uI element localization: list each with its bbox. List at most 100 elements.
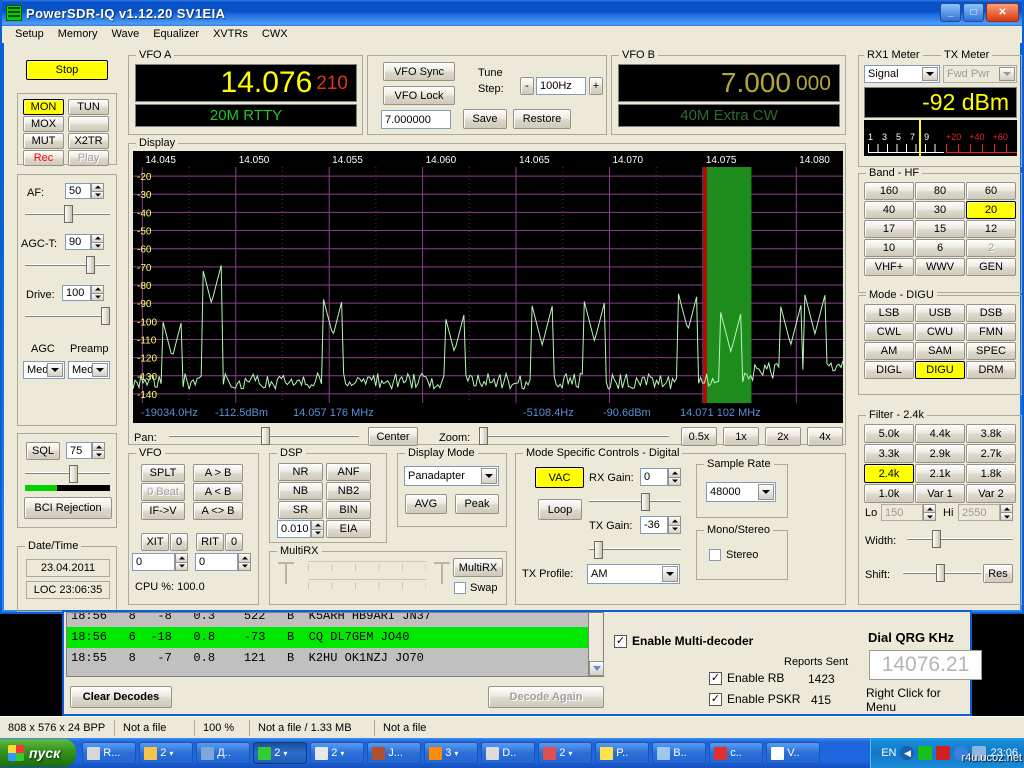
filter-shift-slider[interactable] xyxy=(903,564,981,582)
filter-button-1.8k[interactable]: 1.8k xyxy=(966,464,1016,483)
chevron-down-icon[interactable] xyxy=(662,566,678,582)
enable-pskr-checkbox[interactable]: ✓ xyxy=(709,692,722,706)
multirx-slider-2[interactable] xyxy=(308,579,426,592)
chevron-down-icon[interactable] xyxy=(922,67,938,81)
rec-button[interactable]: Rec xyxy=(23,150,64,166)
tune-step-increase-button[interactable]: + xyxy=(589,77,603,95)
band-button-30[interactable]: 30 xyxy=(915,201,965,219)
anf-button[interactable]: ANF xyxy=(326,463,371,481)
filter-hi-spinner[interactable] xyxy=(1000,504,1013,521)
decode-list[interactable]: 18:56 8 -8 0.3 522 B K5ARH HB9ARI JN37 1… xyxy=(66,612,604,677)
multirx-slider-1[interactable] xyxy=(308,561,426,574)
vac-button[interactable]: VAC xyxy=(535,467,584,488)
menu-item-memory[interactable]: Memory xyxy=(51,27,105,41)
taskbar-task-8[interactable]: 2 ▾ xyxy=(538,742,593,764)
af-value[interactable]: 50 xyxy=(65,183,91,199)
agct-value[interactable]: 90 xyxy=(65,234,91,250)
mon-button[interactable]: MON xyxy=(23,99,64,115)
taskbar-task-3[interactable]: 2 ▾ xyxy=(253,742,308,764)
drive-slider[interactable] xyxy=(25,307,110,325)
band-button-12[interactable]: 12 xyxy=(966,220,1016,238)
menu-item-xvtrs[interactable]: XVTRs xyxy=(206,27,255,41)
nb-button[interactable]: NB xyxy=(278,482,323,500)
mode-button-digl[interactable]: DIGL xyxy=(864,361,914,379)
band-button-160[interactable]: 160 xyxy=(864,182,914,200)
rit-button[interactable]: RIT xyxy=(196,533,224,551)
show-hidden-icons-icon[interactable]: ◀ xyxy=(900,746,915,760)
pan-slider[interactable] xyxy=(169,427,359,445)
sample-rate-select[interactable]: 48000 xyxy=(706,482,776,502)
swap-ab-button[interactable]: A <> B xyxy=(193,502,243,520)
decode-row-0[interactable]: 18:56 8 -8 0.3 522 B K5ARH HB9ARI JN37 xyxy=(67,613,603,627)
rit-state[interactable]: 0 xyxy=(225,533,243,551)
vfo-b-display[interactable]: 7.000 000 xyxy=(618,64,840,102)
tx-profile-select[interactable]: AM xyxy=(587,564,680,584)
stereo-checkbox[interactable] xyxy=(709,549,721,561)
start-button[interactable]: пуск xyxy=(0,739,77,767)
tune-step-decrease-button[interactable]: - xyxy=(520,77,534,95)
avg-button[interactable]: AVG xyxy=(405,494,447,514)
band-button-10[interactable]: 10 xyxy=(864,239,914,257)
center-button[interactable]: Center xyxy=(368,427,418,446)
network-icon[interactable] xyxy=(918,746,933,760)
filter-button-2.4k[interactable]: 2.4k xyxy=(864,464,914,483)
filter-button-1.0k[interactable]: 1.0k xyxy=(864,484,914,503)
enable-pskr-row[interactable]: ✓ Enable PSKR xyxy=(709,692,800,706)
nr-button[interactable]: NR xyxy=(278,463,323,481)
dial-qrg-value[interactable]: 14076.21 xyxy=(869,650,982,680)
xit-value[interactable]: 0 xyxy=(132,553,175,571)
panadapter-canvas[interactable]: 14.045 14.050 14.055 14.060 14.065 14.070 14.0… xyxy=(133,151,843,405)
menu-item-cwx[interactable]: CWX xyxy=(255,27,295,41)
chevron-down-icon[interactable]: ▾ xyxy=(454,749,458,758)
swap-checkbox[interactable] xyxy=(454,582,466,594)
multirx-button[interactable]: MultiRX xyxy=(453,558,503,577)
minimize-button[interactable]: _ xyxy=(940,3,961,22)
chevron-down-icon[interactable] xyxy=(999,67,1015,81)
taskbar-task-0[interactable]: R... xyxy=(82,742,137,764)
vfo-sync-button[interactable]: VFO Sync xyxy=(383,62,455,81)
band-button-15[interactable]: 15 xyxy=(915,220,965,238)
filter-width-slider[interactable] xyxy=(907,530,1013,548)
menu-item-setup[interactable]: Setup xyxy=(8,27,51,41)
filter-button-2.9k[interactable]: 2.9k xyxy=(915,444,965,463)
rit-value[interactable]: 0 xyxy=(195,553,238,571)
taskbar-task-12[interactable]: V.. xyxy=(766,742,821,764)
mode-button-cwl[interactable]: CWL xyxy=(864,323,914,341)
filter-button-2.7k[interactable]: 2.7k xyxy=(966,444,1016,463)
band-button-6[interactable]: 6 xyxy=(915,239,965,257)
filter-button-3.3k[interactable]: 3.3k xyxy=(864,444,914,463)
sql-button[interactable]: SQL xyxy=(26,442,60,460)
decode-row-2[interactable]: 18:55 8 -7 0.8 121 B K2HU OK1NZJ JO70 xyxy=(67,648,603,669)
mode-button-sam[interactable]: SAM xyxy=(915,342,965,360)
splt-button[interactable]: SPLT xyxy=(141,464,185,482)
drive-spinner[interactable] xyxy=(91,285,104,301)
mode-button-digu[interactable]: DIGU xyxy=(915,361,965,379)
rit-spinner[interactable] xyxy=(238,553,251,571)
maximize-button[interactable]: □ xyxy=(963,3,984,22)
xit-state[interactable]: 0 xyxy=(170,533,188,551)
filter-button-3.8k[interactable]: 3.8k xyxy=(966,424,1016,443)
preamp-select[interactable]: Med xyxy=(68,361,110,379)
chevron-down-icon[interactable]: ▾ xyxy=(283,749,287,758)
chevron-down-icon[interactable]: ▾ xyxy=(568,749,572,758)
sql-slider[interactable] xyxy=(25,465,110,483)
chevron-down-icon[interactable] xyxy=(92,363,108,377)
rx-gain-value[interactable]: 0 xyxy=(640,468,668,486)
save-button[interactable]: Save xyxy=(463,109,507,129)
zoom-slider[interactable] xyxy=(479,427,669,445)
filter-button-var-1[interactable]: Var 1 xyxy=(915,484,965,503)
display-mode-select[interactable]: Panadapter xyxy=(404,466,499,486)
chevron-down-icon[interactable]: ▾ xyxy=(169,749,173,758)
xit-spinner[interactable] xyxy=(175,553,188,571)
zoom-2x-button[interactable]: 2x xyxy=(765,427,801,446)
restore-button[interactable]: Restore xyxy=(513,109,571,129)
band-button-60[interactable]: 60 xyxy=(966,182,1016,200)
filter-button-var-2[interactable]: Var 2 xyxy=(966,484,1016,503)
stop-button[interactable]: Stop xyxy=(26,60,108,80)
menu-item-equalizer[interactable]: Equalizer xyxy=(146,27,206,41)
loop-button[interactable]: Loop xyxy=(538,499,582,520)
bin-button[interactable]: BIN xyxy=(326,501,371,519)
tune-step-value[interactable]: 100Hz xyxy=(536,77,586,95)
mox-button[interactable]: MOX xyxy=(23,116,64,132)
rx-gain-spinner[interactable] xyxy=(668,468,681,486)
